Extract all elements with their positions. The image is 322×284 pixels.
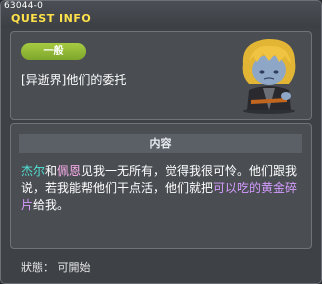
quest-name: [异逝界]他们的委托 <box>21 73 127 87</box>
quest-info-window: 63044-0 QUEST INFO 一般 [异逝界]他们的委托 内容 杰尔和佩… <box>0 0 322 284</box>
window-title: QUEST INFO <box>11 12 92 25</box>
quest-category-badge: 一般 <box>21 43 86 60</box>
npc-name-jel: 杰尔 <box>21 164 46 178</box>
npc-eye-right <box>273 70 279 74</box>
desc-conjunction: 和 <box>45 164 58 178</box>
npc-portrait-icon <box>242 38 296 114</box>
status-value: 可開始 <box>57 261 91 274</box>
quest-content-panel: 内容 杰尔和佩恩见我一无所有，觉得我很可怜。他们跟我说，若我能帮他们干点活，他们… <box>10 123 312 249</box>
content-section-header: 内容 <box>19 134 302 153</box>
quest-summary-panel: 一般 [异逝界]他们的委托 <box>10 31 312 120</box>
status-label: 狀態： <box>21 261 54 274</box>
title-bar[interactable]: 63044-0 QUEST INFO <box>1 1 321 28</box>
quest-description: 杰尔和佩恩见我一无所有，觉得我很可怜。他们跟我说，若我能帮他们干点活，他们就把可… <box>21 163 306 214</box>
quest-status: 狀態： 可開始 <box>21 259 91 275</box>
npc-name-pein: 佩恩 <box>57 164 82 178</box>
desc-end: 给我。 <box>33 198 70 212</box>
npc-hand <box>281 92 291 100</box>
window-id: 63044-0 <box>4 1 44 11</box>
npc-eye-left <box>259 70 265 74</box>
